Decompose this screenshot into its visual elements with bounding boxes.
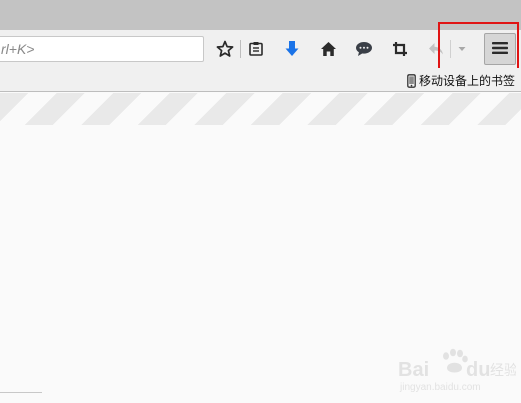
reading-list-button[interactable] — [243, 36, 269, 62]
home-button[interactable] — [315, 36, 341, 62]
reading-list-icon — [248, 41, 264, 57]
mobile-bookmarks-folder[interactable]: 移动设备上的书签 — [407, 71, 515, 89]
toolbar-separator — [450, 40, 451, 58]
download-arrow-icon — [284, 40, 300, 58]
page-content — [0, 125, 521, 403]
dropdown-arrow-icon — [458, 46, 466, 52]
toolbar-separator — [240, 40, 241, 58]
downloads-button[interactable] — [279, 36, 305, 62]
search-placeholder: rl+K> — [1, 41, 35, 57]
back-arrow-icon — [428, 42, 444, 56]
bookmark-star-button[interactable] — [212, 36, 238, 62]
crop-icon — [392, 41, 408, 57]
star-icon — [216, 40, 234, 58]
chat-button[interactable] — [351, 36, 377, 62]
back-history-dropdown[interactable] — [452, 36, 472, 62]
screenshot-button[interactable] — [387, 36, 413, 62]
open-menu-button[interactable] — [484, 33, 516, 65]
back-button[interactable] — [423, 36, 449, 62]
mobile-bookmarks-label: 移动设备上的书签 — [418, 73, 515, 88]
browser-window: rl+K> 移动设备上的书签 Bai du 经验 jingyan.baidu.c… — [0, 0, 521, 403]
home-icon — [320, 41, 337, 57]
hamburger-menu-icon — [492, 40, 508, 59]
loading-stripes — [0, 93, 521, 125]
search-input[interactable]: rl+K> — [0, 36, 204, 62]
tab-strip — [0, 0, 521, 30]
mobile-phone-icon — [407, 73, 416, 88]
divider — [0, 392, 42, 393]
bookmarks-toolbar: 移动设备上的书签 — [0, 68, 521, 92]
chat-bubble-icon — [355, 41, 373, 57]
